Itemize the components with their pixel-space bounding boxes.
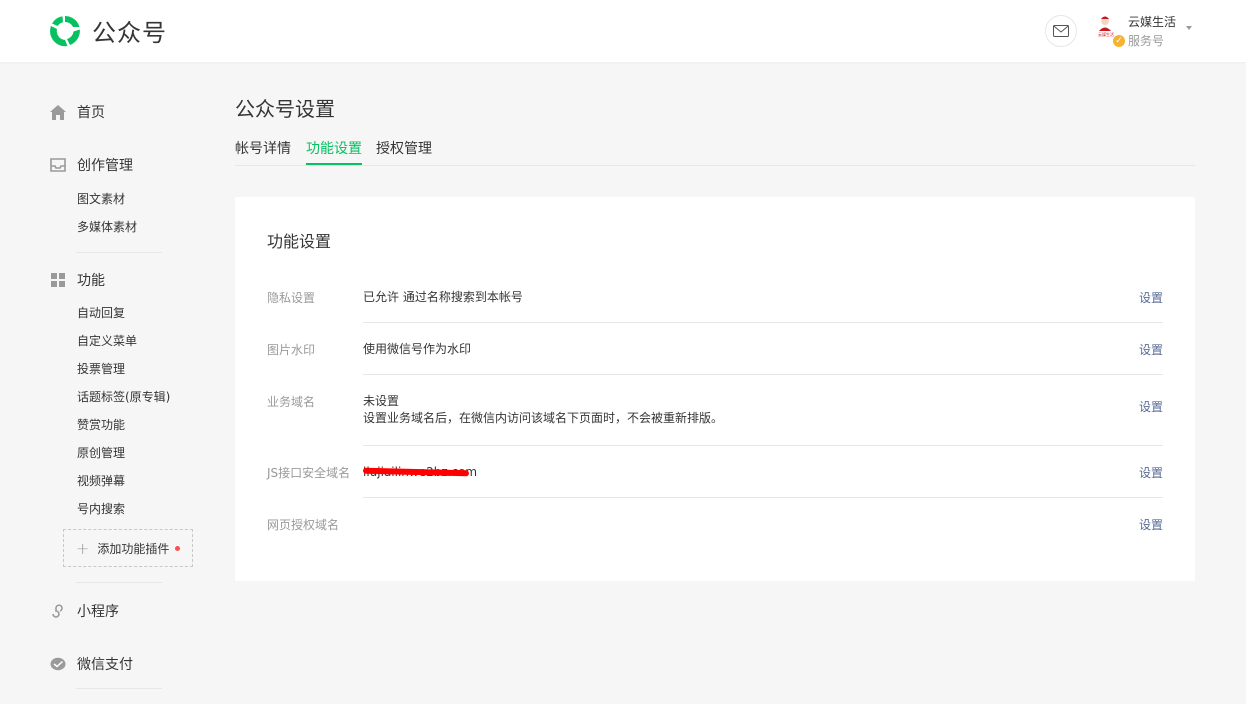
row-value: 已允许 通过名称搜索到本帐号 bbox=[363, 290, 523, 304]
nav-mini-program[interactable]: 小程序 bbox=[50, 601, 119, 621]
add-plugin-label: 添加功能插件 bbox=[97, 541, 170, 556]
tab-feature-settings[interactable]: 功能设置 bbox=[306, 138, 362, 165]
tab-bar: 帐号详情 功能设置 授权管理 bbox=[235, 138, 1195, 166]
logo[interactable]: 公众号 bbox=[48, 13, 167, 48]
nav-divider bbox=[76, 252, 162, 253]
grid-icon bbox=[50, 272, 66, 288]
card-title: 功能设置 bbox=[267, 232, 332, 251]
row-divider bbox=[363, 374, 1163, 375]
mail-icon bbox=[1053, 25, 1069, 37]
tab-account-details[interactable]: 帐号详情 bbox=[235, 138, 291, 164]
nav-item-video-danmaku[interactable]: 视频弹幕 bbox=[77, 473, 125, 489]
nav-item-in-account-search[interactable]: 号内搜索 bbox=[77, 501, 125, 517]
account-name: 云媒生活 bbox=[1128, 15, 1177, 29]
row-divider bbox=[363, 445, 1163, 446]
nav-item-media-material[interactable]: 多媒体素材 bbox=[77, 219, 137, 235]
row-label: 网页授权域名 bbox=[267, 518, 340, 532]
js-domain-settings-link[interactable]: 设置 bbox=[1139, 464, 1163, 481]
mini-program-icon bbox=[50, 603, 66, 619]
nav-mini-program-label: 小程序 bbox=[77, 604, 119, 620]
nav-item-original[interactable]: 原创管理 bbox=[77, 445, 125, 461]
nav-creation[interactable]: 创作管理 bbox=[50, 155, 133, 175]
row-label: JS接口安全域名 bbox=[267, 466, 351, 480]
nav-wechat-pay[interactable]: 微信支付 bbox=[50, 654, 133, 674]
row-label: 业务域名 bbox=[267, 395, 316, 409]
settings-row-oauth-domain: 网页授权域名 设置 bbox=[267, 516, 1163, 536]
inbox-icon bbox=[50, 157, 66, 173]
wechat-mp-logo-icon bbox=[50, 15, 80, 46]
row-label: 隐私设置 bbox=[267, 291, 316, 305]
tab-authorization[interactable]: 授权管理 bbox=[376, 138, 432, 164]
plus-icon: + bbox=[76, 538, 90, 558]
business-domain-settings-link[interactable]: 设置 bbox=[1139, 398, 1163, 415]
settings-card: 功能设置 隐私设置 已允许 通过名称搜索到本帐号 设置 图片水印 使用微信号作为… bbox=[235, 197, 1195, 581]
nav-divider bbox=[76, 582, 162, 583]
nav-wechat-pay-label: 微信支付 bbox=[77, 657, 133, 673]
nav-features-label: 功能 bbox=[77, 273, 105, 289]
wechat-pay-icon bbox=[50, 656, 66, 672]
verified-icon: ✓ bbox=[1112, 34, 1126, 48]
add-plugin-button[interactable]: + 添加功能插件 bbox=[63, 529, 193, 567]
notification-dot bbox=[175, 545, 181, 551]
nav-item-news-material[interactable]: 图文素材 bbox=[77, 191, 125, 207]
row-label: 图片水印 bbox=[267, 343, 316, 357]
settings-row-js-domain: JS接口安全域名 liujiailinwe2bz.com 设置 bbox=[267, 464, 1163, 484]
row-value: 使用微信号作为水印 bbox=[363, 342, 472, 356]
nav-item-reward[interactable]: 赞赏功能 bbox=[77, 417, 125, 433]
nav-home-label: 首页 bbox=[77, 105, 105, 121]
svg-text:云媒生活: 云媒生活 bbox=[1098, 31, 1114, 37]
nav-creation-label: 创作管理 bbox=[77, 158, 133, 174]
settings-row-privacy: 隐私设置 已允许 通过名称搜索到本帐号 设置 bbox=[267, 289, 1163, 309]
nav-divider bbox=[76, 688, 162, 689]
oauth-domain-settings-link[interactable]: 设置 bbox=[1139, 516, 1163, 533]
row-note: 设置业务域名后，在微信内访问该域名下页面时，不会被重新排版。 bbox=[363, 411, 724, 425]
privacy-settings-link[interactable]: 设置 bbox=[1139, 289, 1163, 306]
nav-features[interactable]: 功能 bbox=[50, 270, 105, 290]
settings-row-business-domain: 业务域名 未设置 设置业务域名后，在微信内访问该域名下页面时，不会被重新排版。 … bbox=[267, 393, 1163, 429]
account-type: 服务号 bbox=[1128, 34, 1165, 48]
caret-down-icon[interactable] bbox=[1186, 26, 1192, 30]
account-switcher[interactable]: 云媒生活 服务号 bbox=[1128, 14, 1176, 50]
nav-item-topic-tags[interactable]: 话题标签(原专辑) bbox=[77, 389, 170, 405]
app-title: 公众号 bbox=[92, 19, 167, 47]
avatar[interactable]: 云媒生活 ✓ bbox=[1091, 13, 1126, 48]
home-icon bbox=[50, 104, 66, 120]
settings-row-watermark: 图片水印 使用微信号作为水印 设置 bbox=[267, 341, 1163, 361]
nav-item-vote[interactable]: 投票管理 bbox=[77, 361, 125, 377]
row-value: 未设置 bbox=[363, 394, 400, 408]
message-button[interactable] bbox=[1045, 15, 1077, 47]
row-divider bbox=[363, 322, 1163, 323]
watermark-settings-link[interactable]: 设置 bbox=[1139, 341, 1163, 358]
nav-item-auto-reply[interactable]: 自动回复 bbox=[77, 305, 125, 321]
nav-home[interactable]: 首页 bbox=[50, 102, 105, 122]
row-divider bbox=[363, 497, 1163, 498]
top-bar: 公众号 云媒生活 ✓ 云媒生活 服务号 bbox=[0, 0, 1246, 62]
page-title: 公众号设置 bbox=[235, 97, 335, 121]
nav-item-custom-menu[interactable]: 自定义菜单 bbox=[77, 333, 137, 349]
